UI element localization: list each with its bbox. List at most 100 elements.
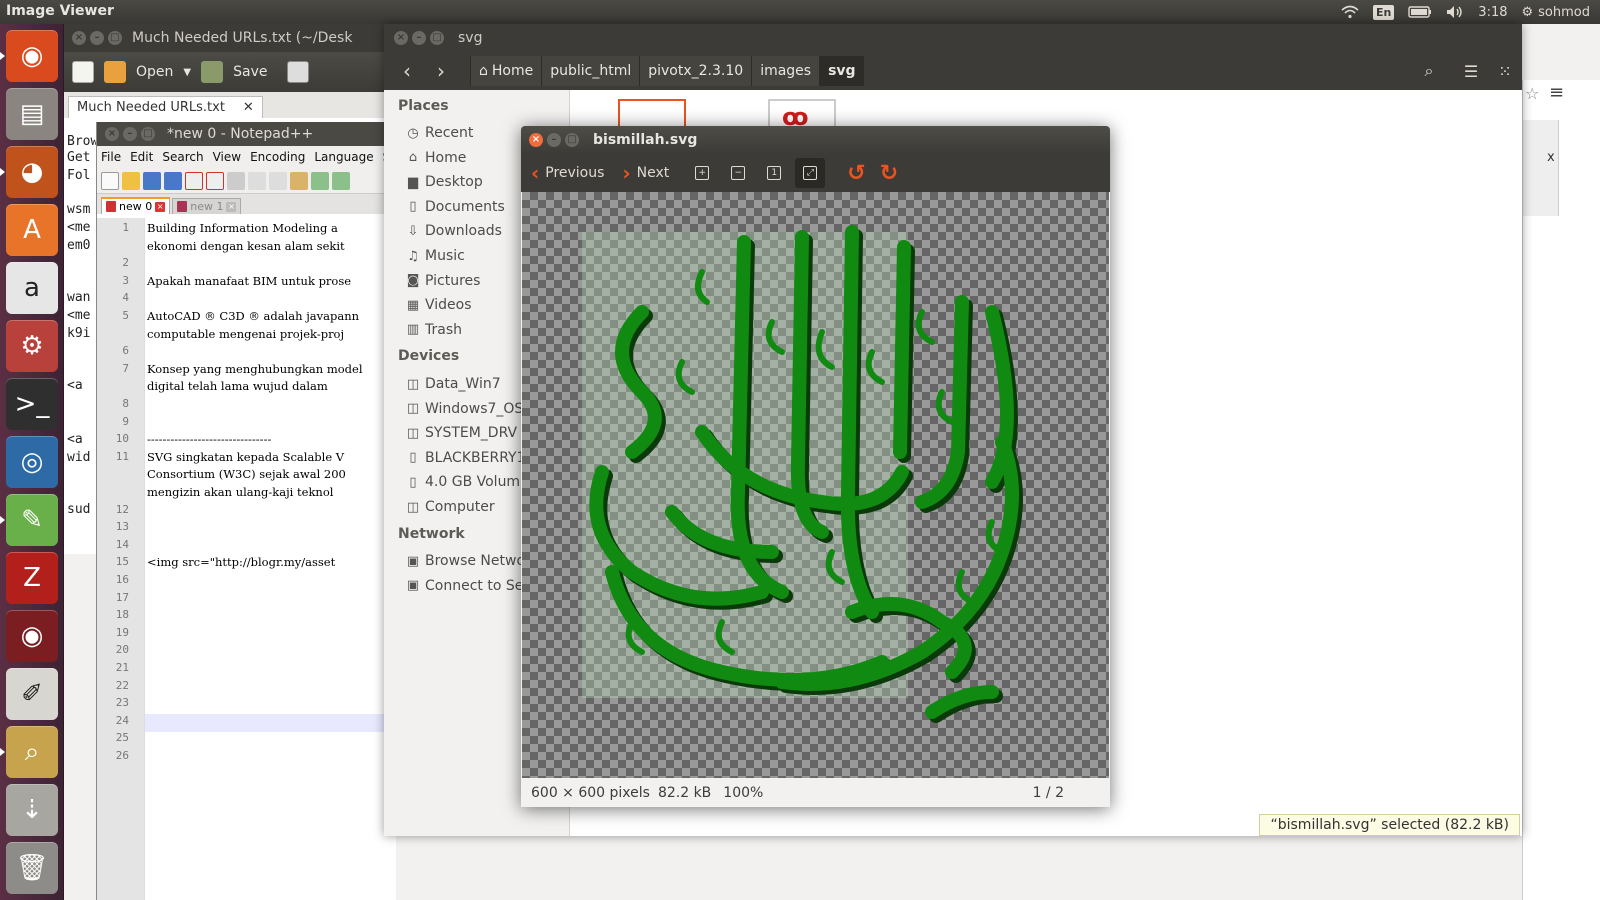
breadcrumb-images[interactable]: images (751, 56, 820, 86)
sidebar-item-videos[interactable]: ▦ Videos (406, 297, 472, 313)
sidebar-item-trash[interactable]: ▥ Trash (406, 322, 462, 338)
files-icon[interactable]: ▤ (6, 88, 58, 140)
rotate-right-icon[interactable]: ↻ (880, 161, 898, 186)
menu-icon[interactable]: ≡ (1549, 82, 1564, 103)
maximize-icon[interactable]: □ (108, 31, 122, 45)
breadcrumb-pivotx-2-3-10[interactable]: pivotx_2.3.10 (639, 56, 752, 86)
ubuntu-dash-icon[interactable]: ◉ (6, 30, 58, 82)
tab-new-1[interactable]: new 1 × (172, 198, 242, 214)
open-file-icon[interactable] (122, 171, 140, 190)
open-button[interactable]: Open (136, 64, 173, 80)
volume-icon[interactable] (1446, 5, 1464, 19)
zoom-in-button[interactable]: + (687, 158, 717, 188)
terminal-icon[interactable]: >_ (6, 378, 58, 430)
sidebar-item-blackberry1[interactable]: ▯ BLACKBERRY1 (406, 450, 525, 466)
new-document-icon[interactable] (72, 61, 94, 83)
save-icon[interactable] (201, 61, 224, 83)
system-settings-icon[interactable]: ⚙ (6, 320, 58, 372)
open-folder-icon[interactable] (104, 61, 126, 83)
menu-item-language[interactable]: Language (314, 150, 373, 164)
cut-icon[interactable] (248, 171, 266, 190)
session-menu[interactable]: ⚙ sohmod (1522, 5, 1591, 20)
paste-icon[interactable] (290, 171, 308, 190)
search-icon[interactable]: ⌕ (1414, 56, 1444, 86)
close-icon[interactable]: × (529, 133, 543, 147)
minimize-icon[interactable]: – (412, 31, 426, 45)
previous-arrow-icon[interactable]: ‹ (531, 161, 539, 185)
menu-item-encoding[interactable]: Encoding (250, 150, 305, 164)
maximize-icon[interactable]: □ (141, 127, 155, 141)
filezilla-icon[interactable]: Z (6, 552, 58, 604)
redo-icon[interactable] (332, 171, 350, 190)
sidebar-item-desktop[interactable]: ▆ Desktop (406, 174, 483, 190)
clock[interactable]: 3:18 (1478, 5, 1507, 20)
image-viewer-icon[interactable]: ⌕ (6, 726, 58, 778)
tab-new-0[interactable]: new 0 × (101, 197, 171, 214)
sidebar-item-windows7-os[interactable]: ◫ Windows7_OS (406, 401, 523, 417)
sidebar-item-recent[interactable]: ◷ Recent (406, 125, 473, 141)
npp-editor[interactable]: 1 2 3 4 5 6 7 8 9 10 11 12 13 14 15 16 17 18 19 20 21 22 23 24 2… (97, 218, 397, 900)
print-icon[interactable] (287, 61, 310, 83)
sidebar-item-home[interactable]: ⌂ Home (406, 150, 466, 166)
close-all-icon[interactable] (206, 171, 224, 190)
menu-item-file[interactable]: File (101, 150, 121, 164)
grid-view-icon[interactable]: ⁙ (1490, 56, 1520, 86)
breadcrumb-home[interactable]: ⌂ Home (470, 56, 542, 86)
forward-icon[interactable]: › (426, 56, 456, 86)
close-file-icon[interactable] (185, 171, 203, 190)
code-area[interactable]: Building Information Modeling a ekonomi d… (145, 218, 397, 900)
list-view-icon[interactable]: ☰ (1456, 56, 1486, 86)
breadcrumb-public-html[interactable]: public_html (541, 56, 640, 86)
sidebar-item-music[interactable]: ♫ Music (406, 248, 465, 264)
sidebar-item-pictures[interactable]: ◙ Pictures (406, 273, 481, 289)
sidebar-item-system-drv[interactable]: ◫ SYSTEM_DRV (406, 425, 517, 441)
close-icon[interactable]: × (226, 201, 237, 212)
close-icon[interactable]: x (1547, 150, 1555, 165)
amazon-icon[interactable]: a (6, 262, 58, 314)
sidebar-item-4-0-gb-volume[interactable]: ▯ 4.0 GB Volume (406, 474, 528, 490)
close-icon[interactable]: × (105, 127, 119, 141)
minimize-icon[interactable]: – (123, 127, 137, 141)
notepad-plus-plus-icon[interactable]: ✎ (6, 494, 58, 546)
close-icon[interactable]: × (72, 31, 86, 45)
undo-icon[interactable] (311, 171, 329, 190)
copy-icon[interactable] (269, 171, 287, 190)
star-icon[interactable]: ☆ (1525, 84, 1539, 103)
menu-item-search[interactable]: Search (162, 150, 203, 164)
sidebar-item-browse-network[interactable]: ▣ Browse Network (406, 553, 539, 569)
minimize-icon[interactable]: – (547, 133, 561, 147)
firefox-icon[interactable]: ◕ (6, 146, 58, 198)
menu-item-view[interactable]: View (213, 150, 241, 164)
software-center-icon[interactable]: A (6, 204, 58, 256)
sidebar-item-computer[interactable]: ◫ Computer (406, 499, 495, 515)
wifi-icon[interactable] (1341, 5, 1359, 19)
zoom-normal-button[interactable]: 1 (759, 158, 789, 188)
usb-drive-icon[interactable]: ⇣ (6, 784, 58, 836)
image-canvas[interactable] (522, 192, 1109, 778)
text-editor-icon[interactable]: ✐ (6, 668, 58, 720)
chevron-down-icon[interactable]: ▼ (183, 67, 191, 78)
minimize-icon[interactable]: – (90, 31, 104, 45)
rotate-left-icon[interactable]: ↺ (847, 161, 865, 186)
menu-item-edit[interactable]: Edit (130, 150, 153, 164)
previous-button[interactable]: Previous (545, 165, 604, 181)
sidebar-item-downloads[interactable]: ⇩ Downloads (406, 223, 502, 239)
battery-icon[interactable] (1408, 6, 1432, 18)
tab-much-needed-urls[interactable]: Much Needed URLs.txt ✕ (68, 96, 263, 118)
save-icon[interactable] (143, 171, 161, 190)
sidebar-item-data-win7[interactable]: ◫ Data_Win7 (406, 376, 501, 392)
maximize-icon[interactable]: □ (565, 133, 579, 147)
chromium-icon[interactable]: ◎ (6, 436, 58, 488)
close-icon[interactable]: ✕ (243, 100, 254, 115)
close-icon[interactable]: × (155, 201, 166, 212)
back-icon[interactable]: ‹ (392, 56, 422, 86)
next-button[interactable]: Next (637, 165, 670, 181)
new-file-icon[interactable] (101, 171, 119, 190)
close-icon[interactable]: × (394, 31, 408, 45)
save-all-icon[interactable] (164, 171, 182, 190)
zoom-out-button[interactable]: − (723, 158, 753, 188)
next-arrow-icon[interactable]: › (622, 161, 630, 185)
sidebar-item-documents[interactable]: ▯ Documents (406, 199, 504, 215)
eye-app-icon[interactable]: ◉ (6, 610, 58, 662)
save-button[interactable]: Save (233, 64, 267, 80)
